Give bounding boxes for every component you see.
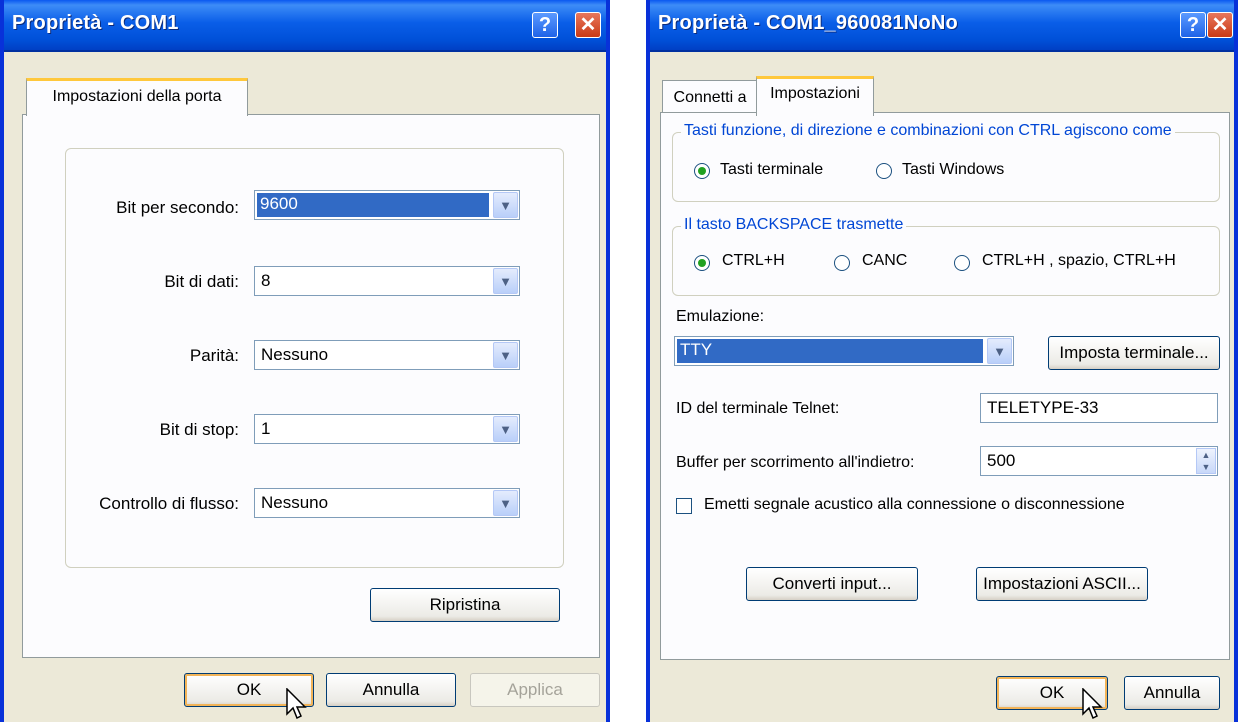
parity-value: Nessuno: [261, 345, 329, 364]
title-bar[interactable]: Proprietà - COM1_960081NoNo ? ✕: [650, 0, 1234, 52]
telnet-id-label: ID del terminale Telnet:: [676, 400, 840, 417]
flow-control-label: Controllo di flusso:: [99, 494, 239, 513]
windows-keys-radio[interactable]: [876, 163, 892, 179]
tab-port-settings[interactable]: Impostazioni della porta: [26, 78, 248, 116]
canc-radio[interactable]: [834, 255, 850, 271]
terminal-setup-button[interactable]: Imposta terminale...: [1048, 336, 1220, 370]
scrollback-buffer-label: Buffer per scorrimento all'indietro:: [676, 454, 915, 471]
emulation-label: Emulazione:: [676, 308, 765, 325]
stop-bits-value: 1: [261, 419, 271, 438]
stop-bits-label: Bit di stop:: [159, 420, 239, 439]
ascii-settings-button[interactable]: Impostazioni ASCII...: [976, 567, 1148, 601]
parity-label: Parità:: [189, 346, 239, 365]
chevron-down-icon[interactable]: ▼: [987, 338, 1012, 364]
chevron-down-icon[interactable]: ▼: [493, 192, 518, 218]
ctrl-h-space-label: CTRL+H , spazio, CTRL+H: [982, 252, 1176, 269]
spin-up-down-icon[interactable]: ▲ ▼: [1196, 448, 1216, 474]
canc-label: CANC: [862, 252, 908, 269]
flow-control-value: Nessuno: [261, 493, 329, 512]
beep-checkbox[interactable]: [676, 498, 692, 514]
bps-label: Bit per secondo:: [116, 198, 239, 217]
chevron-down-icon[interactable]: ▼: [493, 416, 518, 442]
beep-label: Emetti segnale acustico alla connessione…: [704, 496, 1125, 513]
com1-properties-dialog: Proprietà - COM1 ? ✕ Impostazioni della …: [0, 0, 610, 722]
tab-settings[interactable]: Impostazioni: [756, 76, 874, 116]
ctrl-h-radio[interactable]: [694, 255, 710, 271]
scrollback-buffer-field[interactable]: 500 ▲ ▼: [980, 446, 1218, 476]
emulation-value: TTY: [680, 340, 713, 359]
chevron-down-icon[interactable]: ▼: [493, 342, 518, 368]
window-title: Proprietà - COM1_960081NoNo: [658, 12, 958, 34]
ctrl-h-label: CTRL+H: [722, 252, 785, 269]
telnet-id-field[interactable]: TELETYPE-33: [980, 393, 1218, 423]
data-bits-value: 8: [261, 271, 271, 290]
function-keys-legend: Tasti funzione, di direzione e combinazi…: [681, 122, 1175, 140]
telnet-id-value: TELETYPE-33: [987, 398, 1099, 417]
parity-select[interactable]: Nessuno ▼: [254, 340, 520, 370]
bps-select[interactable]: 9600 ▼: [254, 190, 520, 220]
close-icon[interactable]: ✕: [575, 12, 601, 38]
stop-bits-select[interactable]: 1 ▼: [254, 414, 520, 444]
terminal-keys-radio[interactable]: [694, 163, 710, 179]
window-title: Proprietà - COM1: [12, 12, 179, 34]
close-icon[interactable]: ✕: [1207, 12, 1233, 38]
help-icon[interactable]: ?: [532, 12, 558, 38]
restore-defaults-button[interactable]: Ripristina: [370, 588, 560, 622]
chevron-down-icon[interactable]: ▼: [493, 268, 518, 294]
emulation-select[interactable]: TTY ▼: [674, 336, 1014, 366]
windows-keys-label: Tasti Windows: [902, 161, 1005, 178]
flow-control-select[interactable]: Nessuno ▼: [254, 488, 520, 518]
help-icon[interactable]: ?: [1180, 12, 1206, 38]
cancel-button[interactable]: Annulla: [326, 673, 456, 707]
convert-input-button[interactable]: Converti input...: [746, 567, 918, 601]
data-bits-select[interactable]: 8 ▼: [254, 266, 520, 296]
data-bits-label: Bit di dati:: [164, 272, 239, 291]
ctrl-h-space-radio[interactable]: [954, 255, 970, 271]
terminal-keys-label: Tasti terminale: [720, 161, 824, 178]
chevron-down-icon[interactable]: ▼: [493, 490, 518, 516]
cancel-button[interactable]: Annulla: [1124, 676, 1220, 710]
scrollback-buffer-value: 500: [987, 451, 1016, 470]
title-bar[interactable]: Proprietà - COM1 ? ✕: [4, 0, 606, 52]
backspace-legend: Il tasto BACKSPACE trasmette: [681, 216, 907, 234]
com1-960081-properties-dialog: Proprietà - COM1_960081NoNo ? ✕ Connetti…: [646, 0, 1238, 722]
bps-value: 9600: [260, 194, 298, 213]
selection-highlight: [677, 339, 983, 363]
tab-connect-to[interactable]: Connetti a: [662, 80, 758, 114]
apply-button[interactable]: Applica: [470, 673, 600, 707]
